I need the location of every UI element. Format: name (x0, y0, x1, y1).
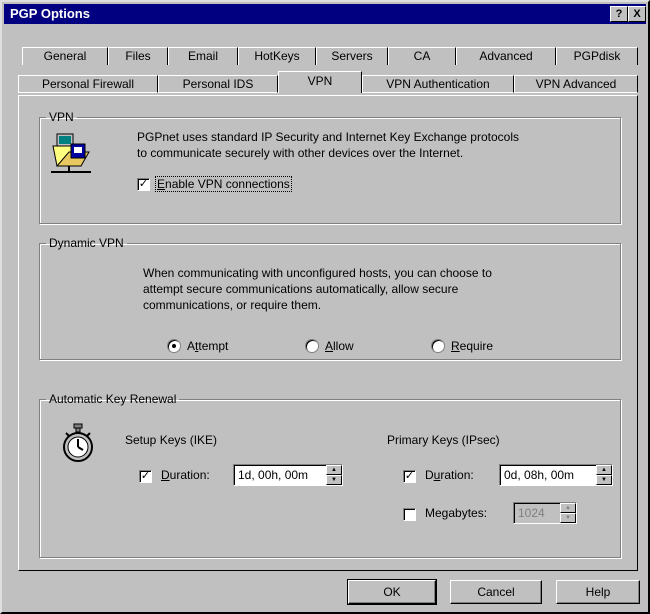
setup-duration-value: 1d, 00h, 00m (238, 468, 309, 482)
enable-vpn-checkbox[interactable]: ✓ (137, 178, 150, 191)
primary-duration-up-button[interactable]: ▲ (596, 465, 612, 475)
allow-radio[interactable] (305, 339, 319, 353)
primary-duration-label[interactable]: Duration: (425, 468, 474, 482)
primary-duration-checkbox[interactable]: ✓ (403, 470, 416, 483)
megabytes-label[interactable]: Megabytes: (425, 506, 487, 520)
tab-files[interactable]: Files (108, 47, 168, 65)
title-bar[interactable]: PGP Options ? X (4, 4, 646, 24)
primary-duration-value: 0d, 08h, 00m (504, 468, 575, 482)
setup-keys-title: Setup Keys (IKE) (125, 433, 218, 447)
tab-ca[interactable]: CA (388, 47, 456, 65)
cancel-button[interactable]: Cancel (450, 580, 542, 604)
allow-label[interactable]: Allow (325, 339, 354, 353)
tab-pgpdisk[interactable]: PGPdisk (556, 47, 638, 65)
network-folder-icon (51, 133, 91, 173)
dynamic-vpn-text-line3: communications, or require them. (143, 298, 322, 312)
attempt-label[interactable]: Attempt (187, 339, 228, 353)
close-icon[interactable]: X (628, 6, 646, 22)
setup-duration-label[interactable]: Duration: (161, 468, 210, 482)
tab-vpn[interactable]: VPN (278, 71, 362, 93)
megabytes-down-button: ▼ (560, 513, 576, 523)
primary-duration-down-button[interactable]: ▼ (596, 475, 612, 485)
tab-vpn-authentication[interactable]: VPN Authentication (362, 75, 514, 93)
tab-email[interactable]: Email (168, 47, 238, 65)
pgp-options-dialog: PGP Options ? X General Files Email HotK… (0, 0, 650, 614)
setup-duration-up-button[interactable]: ▲ (326, 465, 342, 475)
dynamic-vpn-text-line2: attempt secure communications automatica… (143, 282, 459, 296)
megabytes-up-button: ▲ (560, 503, 576, 513)
require-label[interactable]: Require (451, 339, 493, 353)
key-renewal-group-label: Automatic Key Renewal (49, 392, 177, 406)
dynamic-vpn-text-line1: When communicating with unconfigured hos… (143, 266, 492, 280)
window-title: PGP Options (10, 6, 90, 21)
vpn-group: VPN (39, 110, 621, 224)
setup-duration-spinner[interactable]: 1d, 00h, 00m ▲ ▼ (233, 464, 343, 486)
ok-button[interactable]: OK (347, 579, 437, 605)
stopwatch-icon (63, 423, 93, 462)
tab-hotkeys[interactable]: HotKeys (238, 47, 316, 65)
primary-duration-spinner[interactable]: 0d, 08h, 00m ▲ ▼ (499, 464, 613, 486)
tab-personal-ids[interactable]: Personal IDS (158, 75, 278, 93)
dynamic-vpn-group-label: Dynamic VPN (49, 236, 124, 250)
enable-vpn-label[interactable]: Enable VPN connections (155, 176, 292, 192)
tab-personal-firewall[interactable]: Personal Firewall (18, 75, 158, 93)
setup-duration-checkbox[interactable]: ✓ (139, 470, 152, 483)
help-button[interactable]: Help (556, 580, 640, 604)
tab-advanced[interactable]: Advanced (456, 47, 556, 65)
tab-servers[interactable]: Servers (316, 47, 388, 65)
tab-general[interactable]: General (22, 47, 108, 65)
primary-keys-title: Primary Keys (IPsec) (387, 433, 500, 447)
require-radio[interactable] (431, 339, 445, 353)
megabytes-value: 1024 (518, 506, 545, 520)
vpn-group-label: VPN (49, 110, 74, 124)
megabytes-checkbox[interactable] (403, 508, 416, 521)
attempt-radio[interactable] (167, 339, 181, 353)
vpn-description-line2: to communicate securely with other devic… (137, 146, 464, 160)
tab-vpn-advanced[interactable]: VPN Advanced (514, 75, 638, 93)
vpn-tab-panel: VPN PGPnet uses standard IP Security and… (18, 95, 638, 571)
megabytes-spinner: 1024 ▲ ▼ (513, 502, 577, 524)
help-icon[interactable]: ? (610, 6, 628, 22)
setup-duration-down-button[interactable]: ▼ (326, 475, 342, 485)
vpn-description-line1: PGPnet uses standard IP Security and Int… (137, 130, 520, 144)
